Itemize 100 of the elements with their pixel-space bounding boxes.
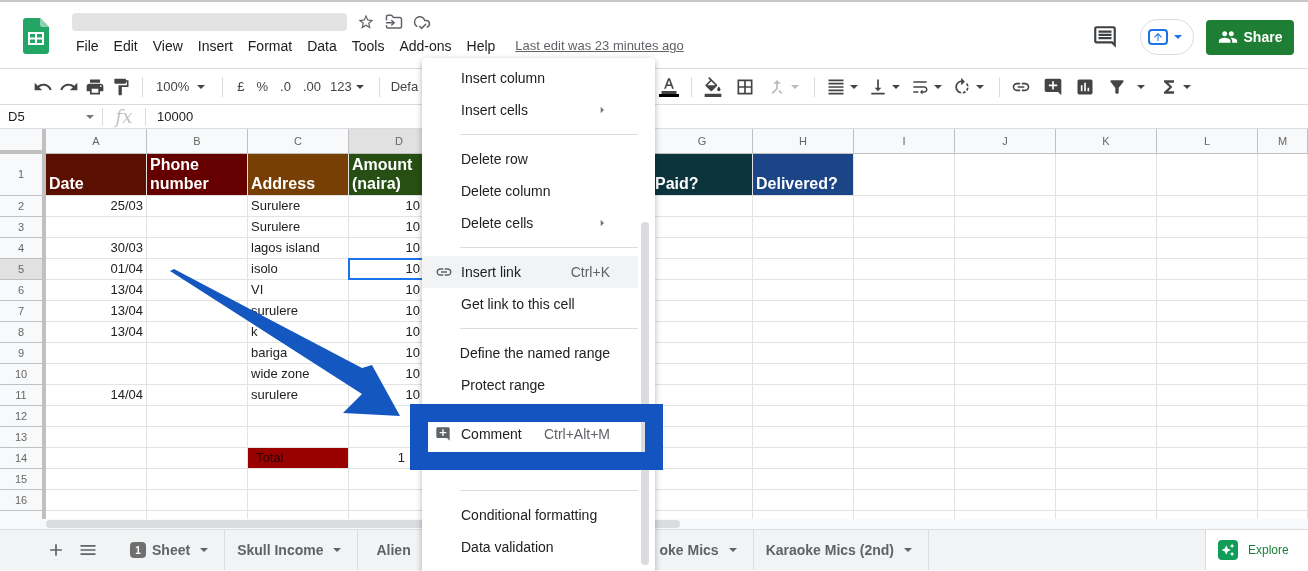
empty-cell: [1258, 301, 1308, 322]
caret-icon: [86, 114, 94, 119]
column-header[interactable]: C: [248, 129, 349, 154]
empty-cell: [1258, 448, 1308, 469]
column-header[interactable]: M: [1258, 129, 1308, 154]
column-header[interactable]: G: [652, 129, 753, 154]
date-cell: 01/04: [46, 259, 147, 280]
menu-scrollbar[interactable]: [641, 222, 649, 565]
zoom-dropdown[interactable]: 100%: [154, 76, 212, 97]
column-header[interactable]: B: [147, 129, 248, 154]
row-header[interactable]: 8: [0, 322, 46, 343]
address-cell: Surulere: [248, 217, 349, 238]
row-header[interactable]: 12: [0, 406, 46, 427]
menu-option[interactable]: Data validation: [422, 531, 638, 563]
menu-option[interactable]: Insert cells: [422, 94, 638, 126]
sheet-tab[interactable]: Skull Income: [225, 530, 359, 570]
fill-color-button[interactable]: [703, 76, 723, 97]
menu-item[interactable]: Format: [240, 33, 300, 59]
address-cell: VI: [248, 280, 349, 301]
header-cell: Address: [248, 154, 349, 196]
menu-item[interactable]: Insert: [190, 33, 240, 59]
present-icon: [1148, 29, 1168, 45]
menu-option[interactable]: Comment Ctrl+Alt+M: [422, 418, 638, 450]
comment-add-icon: [435, 426, 451, 442]
empty-cell: [1258, 238, 1308, 259]
header-cell: Phone number: [147, 154, 248, 196]
empty-cell: [1258, 469, 1308, 490]
sheet-name: Skull Income: [237, 540, 324, 560]
row-header[interactable]: 7: [0, 301, 46, 322]
text-color-button[interactable]: [658, 76, 680, 97]
row-header[interactable]: 14: [0, 448, 46, 469]
caret-icon: [1183, 84, 1191, 89]
star-icon[interactable]: [357, 13, 375, 31]
caret-icon: [934, 84, 942, 89]
row-header[interactable]: 6: [0, 280, 46, 301]
menu-item[interactable]: Data: [300, 33, 344, 59]
empty-cell: [1258, 280, 1308, 301]
date-cell: 14/04: [46, 385, 147, 406]
menu-option[interactable]: Conditional formatting: [422, 499, 638, 531]
increase-decimals-button[interactable]: .00: [299, 76, 324, 97]
column-header[interactable]: A: [46, 129, 147, 154]
percent-button[interactable]: %: [253, 76, 272, 97]
row-header[interactable]: 15: [0, 469, 46, 490]
folder-icon[interactable]: [385, 13, 403, 31]
column-header[interactable]: H: [753, 129, 854, 154]
row-header[interactable]: 9: [0, 343, 46, 364]
caret-icon: [1137, 84, 1145, 89]
spreadsheet-logo[interactable]: [23, 18, 49, 54]
text-color-icon: [659, 76, 679, 94]
empty-cell: [1258, 322, 1308, 343]
row-header[interactable]: 1: [0, 154, 46, 196]
paint-format-button[interactable]: [111, 76, 131, 97]
caret-icon: [904, 548, 912, 552]
sheet-name: Sheet: [152, 540, 191, 560]
sheet-name: Karaoke Mics (2nd): [765, 540, 894, 560]
empty-cell: [1258, 154, 1308, 196]
address-cell: isolo: [248, 259, 349, 280]
comments-icon[interactable]: [1092, 24, 1118, 50]
date-cell: 13/04: [46, 280, 147, 301]
column-header[interactable]: J: [955, 129, 1056, 154]
menu-item[interactable]: File: [69, 33, 106, 59]
row-header[interactable]: 13: [0, 427, 46, 448]
font-dropdown[interactable]: Defa: [390, 76, 419, 97]
explore-button[interactable]: Explore: [1205, 530, 1308, 570]
date-cell: 25/03: [46, 196, 147, 217]
menu-item[interactable]: Add-ons: [392, 33, 459, 59]
row-header[interactable]: 5: [0, 259, 46, 280]
column-header[interactable]: L: [1157, 129, 1258, 154]
name-box[interactable]: D5: [0, 106, 102, 127]
last-edit-link[interactable]: Last edit was 23 minutes ago: [515, 36, 684, 56]
menu-option[interactable]: Insert link Ctrl+K: [422, 256, 638, 288]
empty-cell: [1258, 490, 1308, 511]
sheet-name: oke Mics: [659, 540, 719, 560]
row-header[interactable]: 10: [0, 364, 46, 385]
decrease-decimals-button[interactable]: .0: [277, 76, 294, 97]
menu-option[interactable]: Insert column: [422, 62, 638, 94]
share-button[interactable]: Share: [1206, 19, 1294, 55]
caret-icon: [333, 548, 342, 552]
column-header[interactable]: K: [1056, 129, 1157, 154]
row-header[interactable]: 16: [0, 490, 46, 511]
row-header[interactable]: 11: [0, 385, 46, 406]
menu-item[interactable]: Edit: [106, 33, 145, 59]
row-header[interactable]: 2: [0, 196, 46, 217]
empty-cell: [1258, 196, 1308, 217]
address-cell: surulere: [248, 385, 349, 406]
menu-item[interactable]: View: [145, 33, 190, 59]
formula-input[interactable]: 10000: [146, 106, 346, 127]
empty-cell: [1258, 385, 1308, 406]
row-header[interactable]: 3: [0, 217, 46, 238]
currency-button[interactable]: £: [234, 76, 248, 97]
column-header[interactable]: I: [854, 129, 955, 154]
number-format-dropdown[interactable]: 123: [329, 76, 368, 97]
menu-item[interactable]: Tools: [344, 33, 392, 59]
date-cell: 13/04: [46, 322, 147, 343]
menu-item[interactable]: Help: [459, 33, 503, 59]
header-cell: Paid?: [652, 154, 753, 196]
sheet-tab[interactable]: Karaoke Mics (2nd): [753, 530, 929, 570]
sheet-tab[interactable]: 1 Sheet: [118, 530, 226, 570]
comment-button[interactable]: [1043, 76, 1063, 97]
row-header[interactable]: 4: [0, 238, 46, 259]
